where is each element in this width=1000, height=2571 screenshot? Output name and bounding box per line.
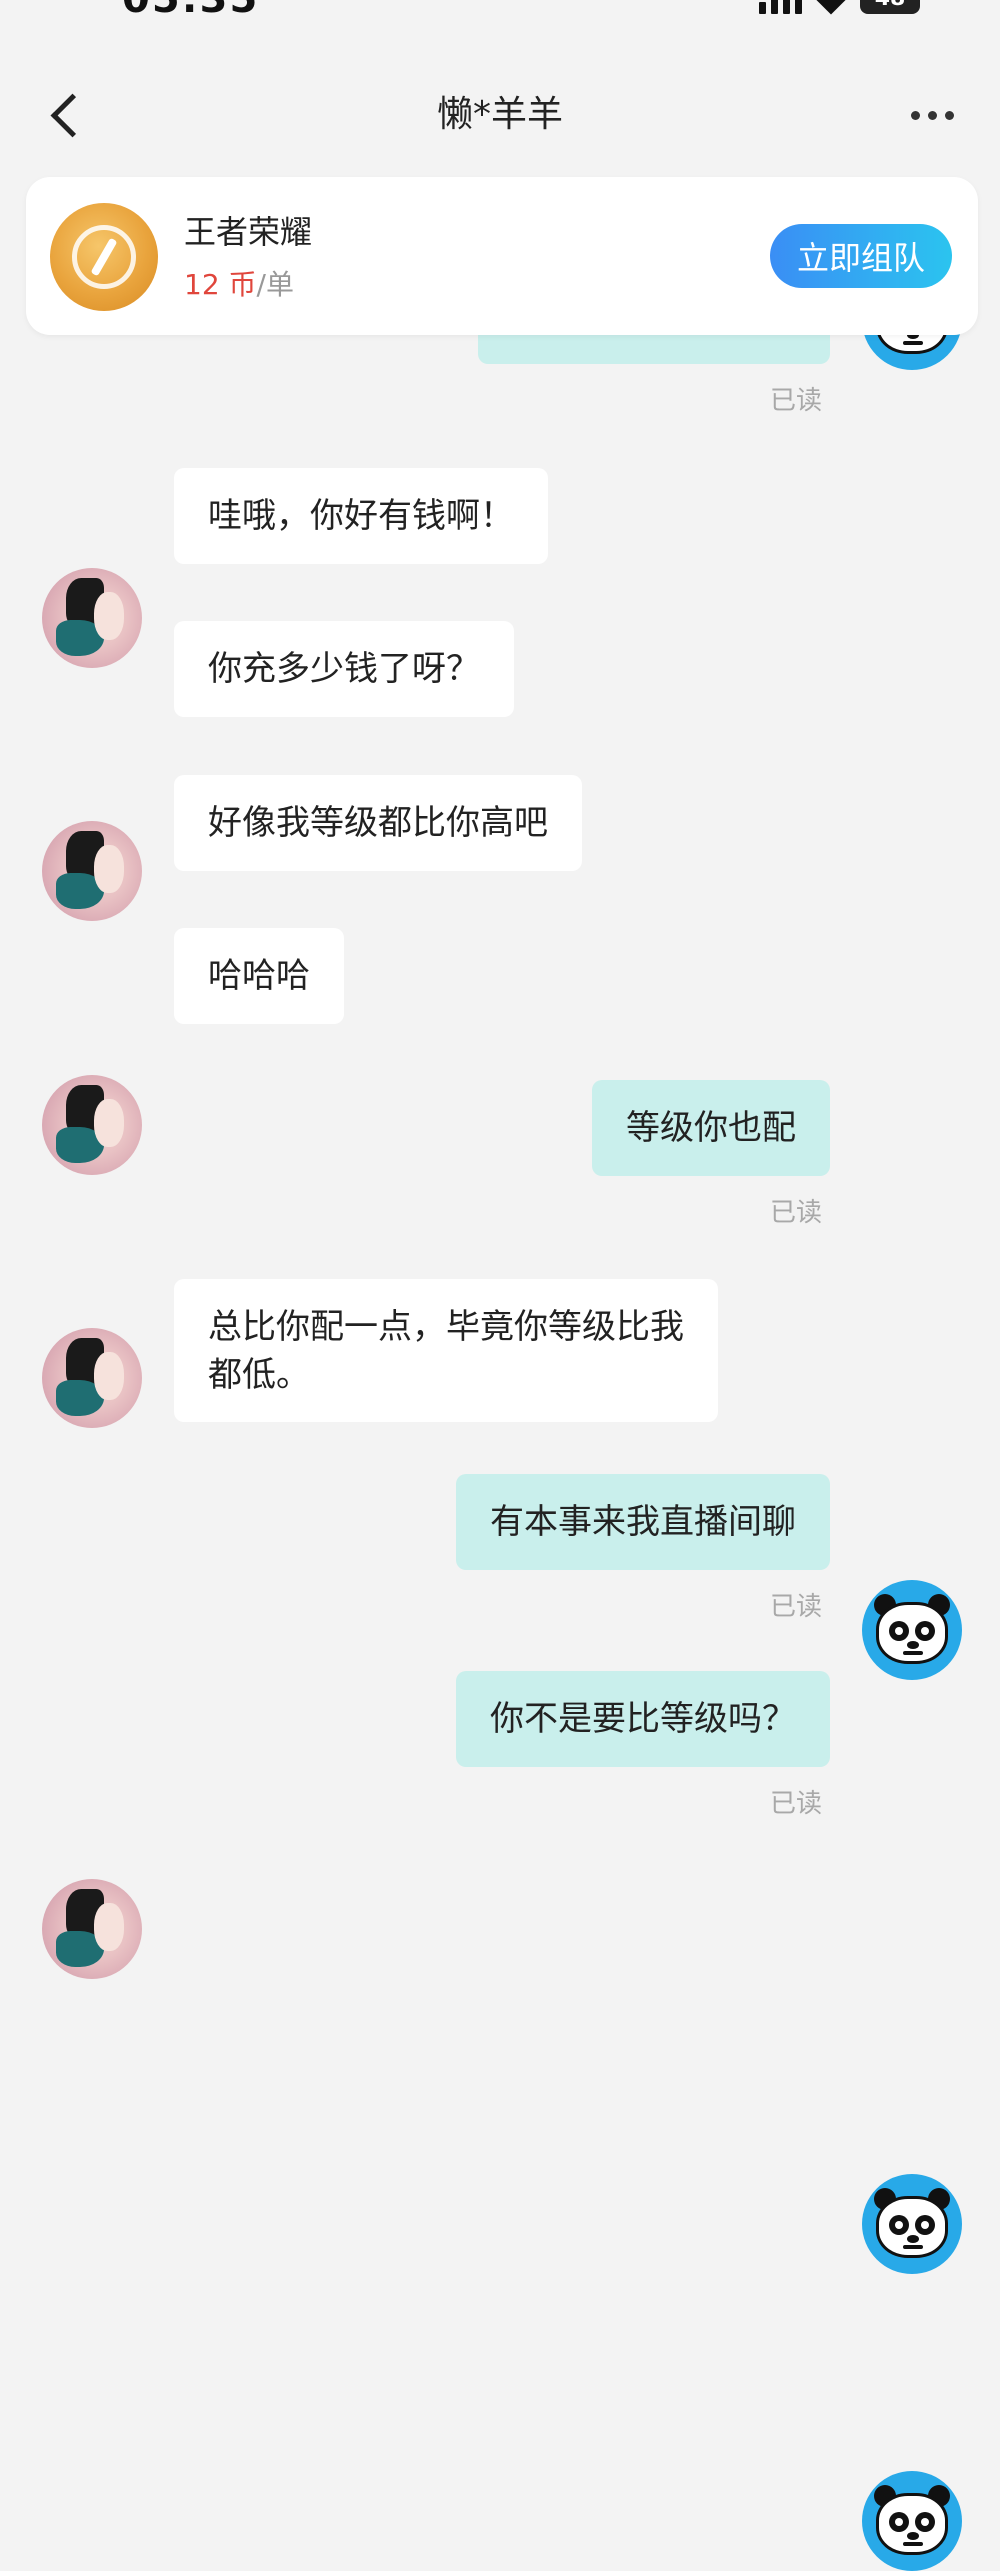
read-receipt: 已读	[770, 1592, 823, 1622]
more-dots-icon	[910, 110, 920, 120]
price-value: 12 币	[184, 268, 257, 301]
contact-avatar[interactable]	[42, 1879, 142, 1979]
page-title: 懒*羊羊	[436, 94, 563, 135]
my-avatar[interactable]	[862, 1580, 962, 1680]
more-options-button[interactable]	[900, 98, 964, 132]
read-receipt: 已读	[770, 1789, 823, 1819]
game-price: 12 币/单	[184, 263, 294, 303]
signal-icon	[759, 0, 802, 14]
message-bubble-incoming: 总比你配一点，毕竟你等级比我 都低。	[174, 1279, 718, 1422]
message-bubble-incoming: 哇哦，你好有钱啊！	[174, 468, 548, 564]
message-line: 都低。	[208, 1355, 310, 1395]
game-card: 王者荣耀 12 币/单 立即组队	[26, 177, 978, 335]
message-bubble-outgoing: 你不是要比等级吗？	[456, 1671, 830, 1767]
contact-avatar[interactable]	[42, 821, 142, 921]
my-avatar[interactable]	[862, 2174, 962, 2274]
contact-avatar[interactable]	[42, 1075, 142, 1175]
contact-avatar[interactable]	[42, 568, 142, 668]
join-team-button[interactable]: 立即组队	[770, 224, 952, 288]
game-name: 王者荣耀	[184, 213, 313, 251]
message-bubble-incoming: 你充多少钱了呀？	[174, 621, 514, 717]
status-time: 05:35	[122, 0, 259, 22]
message-bubble-incoming: 哈哈哈	[174, 928, 344, 1024]
price-unit: /单	[256, 268, 294, 301]
message-bubble-outgoing: 等级你也配	[592, 1080, 830, 1176]
my-avatar[interactable]	[862, 2471, 962, 2571]
read-receipt: 已读	[770, 1198, 823, 1228]
message-line: 总比你配一点，毕竟你等级比我	[208, 1307, 684, 1347]
read-receipt: 已读	[770, 386, 823, 416]
message-bubble-incoming: 好像我等级都比你高吧	[174, 775, 582, 871]
message-bubble-outgoing: 有本事来我直播间聊	[456, 1474, 830, 1570]
game-logo-icon	[50, 203, 158, 311]
battery-icon: 48	[860, 0, 920, 14]
contact-avatar[interactable]	[42, 1328, 142, 1428]
status-icons: 48	[759, 0, 920, 15]
wifi-icon	[815, 0, 847, 15]
